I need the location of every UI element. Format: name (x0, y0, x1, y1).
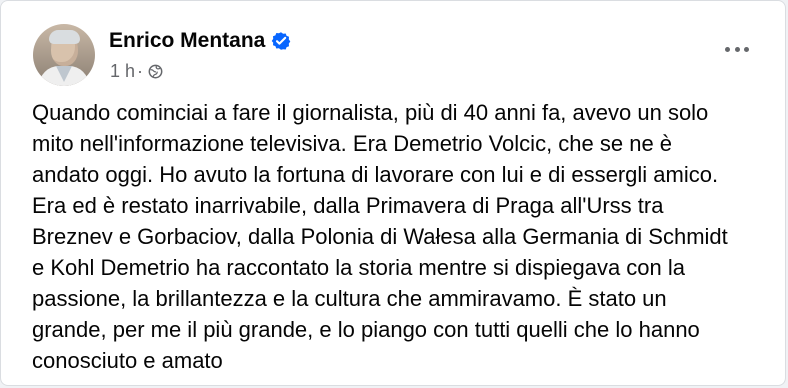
meta-separator: · (137, 60, 144, 81)
more-dot (734, 46, 740, 52)
post-text: Quando cominciai a fare il giornalista, … (32, 100, 728, 373)
author-row: Enrico Mentana (109, 27, 291, 55)
profile-avatar[interactable] (33, 24, 95, 86)
post-card: Enrico Mentana 1 h · Quando cominciai a … (0, 0, 786, 386)
avatar-hair (49, 30, 80, 44)
author-name[interactable]: Enrico Mentana (109, 27, 265, 55)
more-dot (744, 46, 749, 52)
more-dot (725, 46, 730, 52)
more-options-icon[interactable] (725, 44, 749, 54)
verified-badge-icon (272, 32, 291, 50)
globe-icon (148, 64, 163, 79)
post-time[interactable]: 1 h (110, 61, 135, 82)
post-meta: 1 h · (110, 59, 163, 83)
